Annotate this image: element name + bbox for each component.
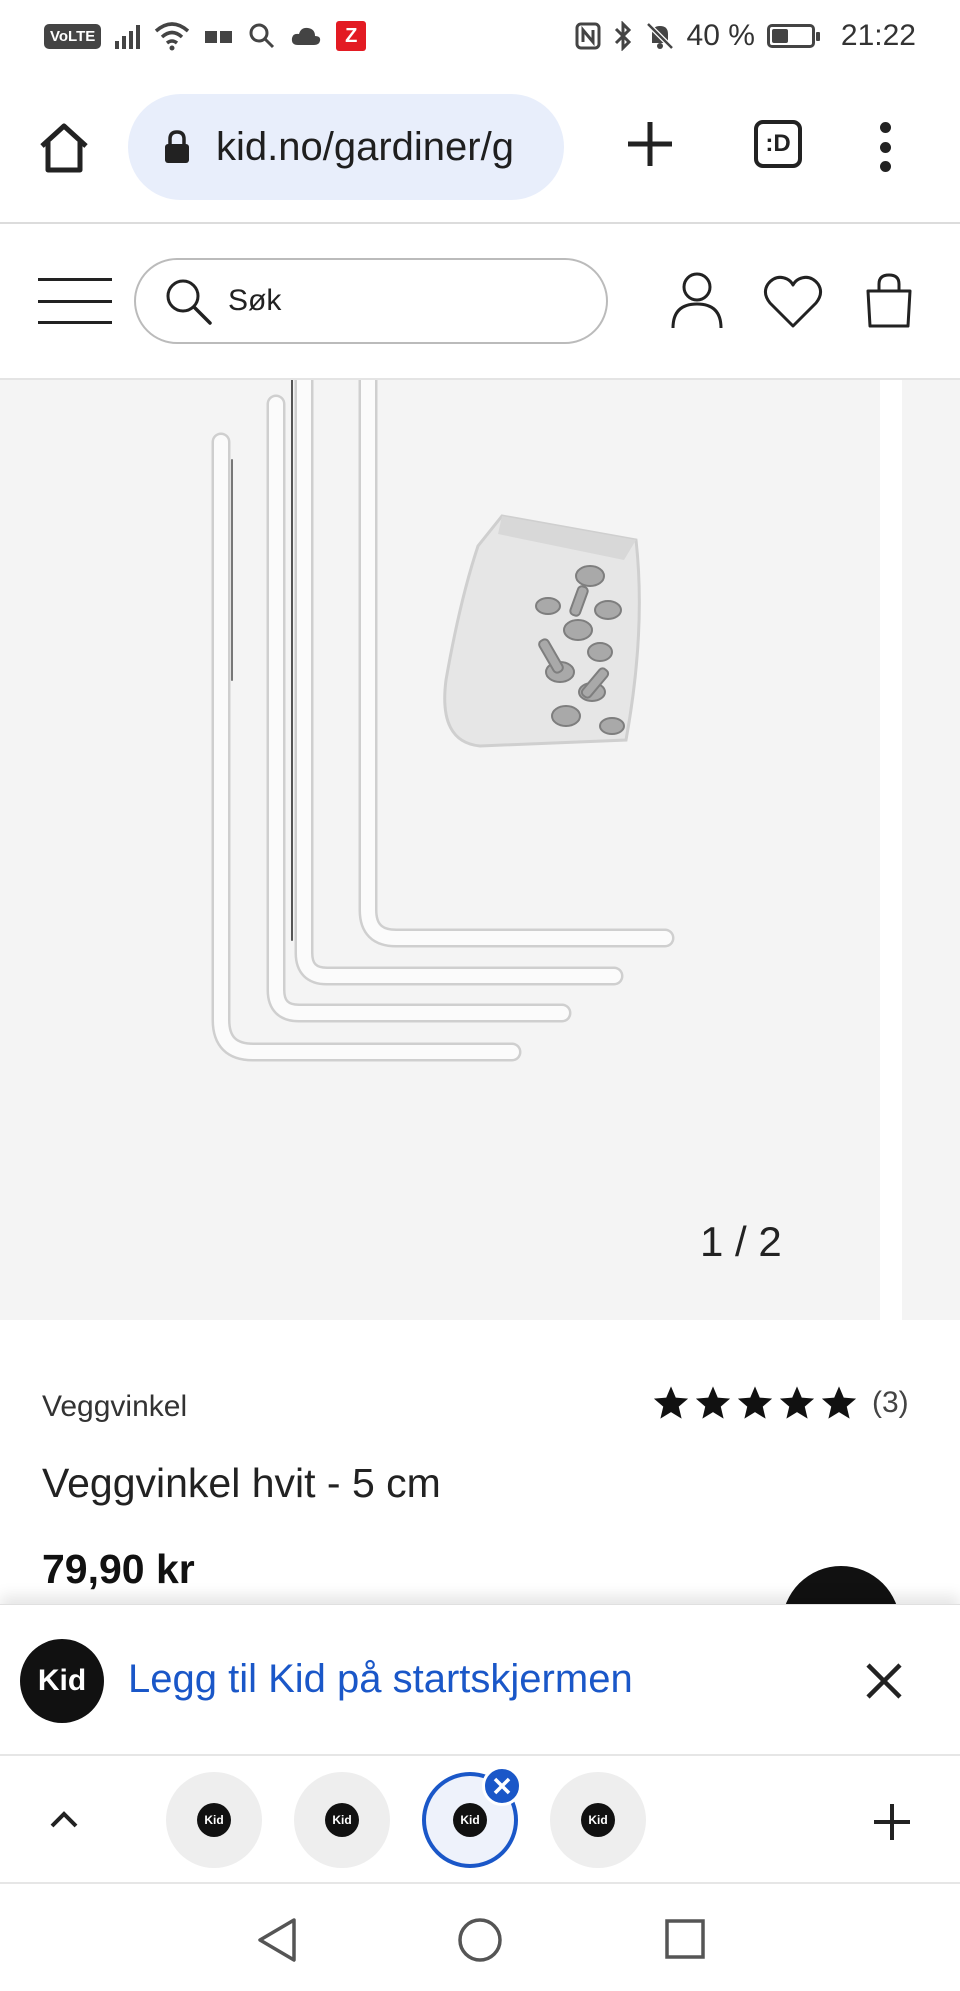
kid-logo: Kid xyxy=(20,1639,104,1723)
new-tab-plus-icon[interactable] xyxy=(624,118,676,170)
battery-icon xyxy=(766,24,820,48)
product-gallery[interactable]: 1 / 2 xyxy=(0,380,960,1320)
add-to-homescreen-banner[interactable]: Kid Legg til Kid på startskjermen xyxy=(0,1604,960,1754)
rating-count: (3) xyxy=(872,1386,909,1419)
close-tab-icon[interactable] xyxy=(482,1766,522,1806)
gallery-slide-current[interactable]: 1 / 2 xyxy=(0,380,880,1320)
overflow-menu-icon[interactable] xyxy=(878,122,892,172)
status-right: 40 % 21:22 xyxy=(575,19,916,53)
cloud-icon xyxy=(292,27,321,45)
wifi-icon xyxy=(155,22,190,51)
home-icon[interactable] xyxy=(36,120,92,176)
url-text[interactable]: kid.no/gardiner/g xyxy=(216,125,514,170)
search-placeholder: Søk xyxy=(228,284,282,317)
tab-item[interactable]: Kid xyxy=(294,1772,390,1868)
shopping-bag-icon[interactable] xyxy=(862,272,916,330)
status-left: VoLTE Z xyxy=(44,21,367,51)
tab-switcher-button[interactable]: :D xyxy=(754,120,802,168)
product-image xyxy=(211,380,675,1062)
system-nav-bar xyxy=(0,1886,960,1991)
search-icon xyxy=(166,279,212,325)
mute-bell-icon xyxy=(645,22,674,50)
tab-item[interactable]: Kid xyxy=(550,1772,646,1868)
battery-percent: 40 % xyxy=(686,19,755,52)
star-icon xyxy=(821,1386,857,1419)
search-status-icon xyxy=(249,23,275,49)
star-icon xyxy=(737,1386,773,1419)
tab-favicon: Kid xyxy=(325,1803,359,1837)
wishlist-heart-icon[interactable] xyxy=(762,272,824,330)
battery-level xyxy=(771,29,788,43)
volte-badge: VoLTE xyxy=(44,23,102,49)
hamburger-menu-icon[interactable] xyxy=(38,278,112,324)
add-to-homescreen-link[interactable]: Legg til Kid på startskjermen xyxy=(128,1657,633,1702)
close-icon[interactable] xyxy=(864,1661,904,1701)
rating-stars xyxy=(652,1384,858,1422)
recent-apps-icon[interactable] xyxy=(664,1918,706,1960)
product-rating[interactable]: (3) xyxy=(652,1384,909,1422)
account-icon[interactable] xyxy=(670,270,724,330)
tab-favicon: Kid xyxy=(453,1803,487,1837)
back-triangle-icon[interactable] xyxy=(254,1916,298,1964)
gallery-slide-next[interactable] xyxy=(902,380,960,1320)
home-circle-icon[interactable] xyxy=(456,1916,504,1964)
tab-strip: Kid Kid Kid Kid xyxy=(0,1754,960,1884)
lock-icon xyxy=(165,130,189,163)
nfc-icon xyxy=(575,22,601,50)
bluetooth-icon xyxy=(614,21,631,51)
gallery-counter: 1 / 2 xyxy=(700,1218,782,1265)
product-title: Veggvinkel hvit - 5 cm xyxy=(42,1460,441,1506)
product-price: 79,90 kr xyxy=(42,1546,195,1592)
product-brand[interactable]: Veggvinkel xyxy=(42,1390,187,1424)
tab-favicon: Kid xyxy=(581,1803,615,1837)
address-bar[interactable]: kid.no/gardiner/g xyxy=(128,94,564,200)
star-icon xyxy=(695,1386,731,1419)
tab-item[interactable]: Kid xyxy=(166,1772,262,1868)
status-bar: VoLTE Z 40 % 21:22 xyxy=(0,0,960,72)
search-input[interactable]: Søk xyxy=(134,258,608,344)
clock: 21:22 xyxy=(840,19,916,52)
tab-favicon: Kid xyxy=(197,1803,231,1837)
app-badge-icon: Z xyxy=(336,21,367,51)
site-header: Søk xyxy=(0,224,960,378)
chevron-up-icon[interactable] xyxy=(46,1802,82,1838)
signal-icon xyxy=(115,23,141,49)
add-tab-plus-icon[interactable] xyxy=(872,1802,912,1842)
star-icon xyxy=(653,1386,689,1419)
card-icon xyxy=(205,31,233,43)
star-icon xyxy=(779,1386,815,1419)
browser-toolbar: kid.no/gardiner/g :D xyxy=(0,88,960,208)
